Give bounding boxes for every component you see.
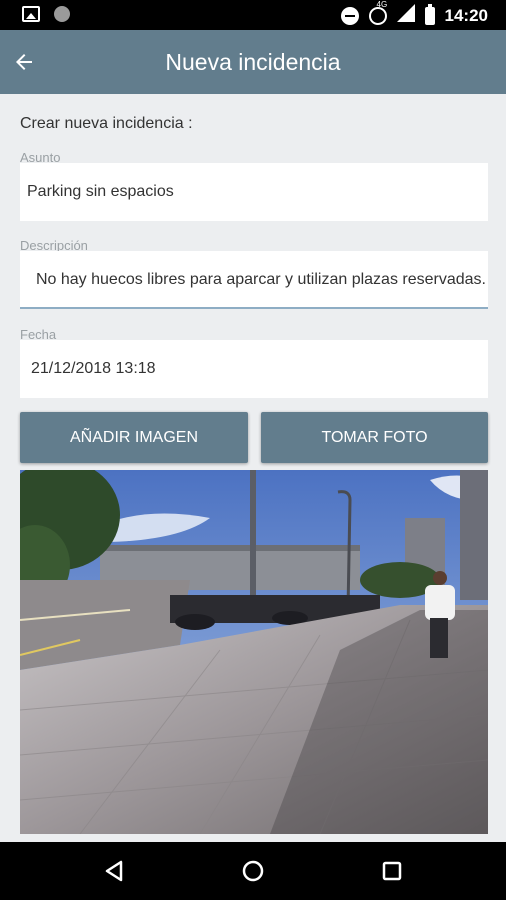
signal-icon: 4G — [377, 0, 415, 27]
back-triangle-icon[interactable] — [99, 856, 129, 886]
do-not-disturb-icon — [340, 6, 359, 25]
app-bar: Nueva incidencia — [0, 30, 506, 94]
add-image-button[interactable]: AÑADIR IMAGEN — [20, 412, 248, 463]
page-title: Nueva incidencia — [165, 49, 341, 75]
status-time: 14:20 — [444, 5, 488, 25]
form-heading: Crear nueva incidencia : — [20, 115, 193, 132]
image-icon — [22, 6, 40, 22]
home-circle-icon[interactable] — [238, 856, 268, 886]
circle-icon — [54, 6, 70, 22]
recents-square-icon[interactable] — [377, 856, 407, 886]
fecha-field[interactable]: 21/12/2018 13:18 — [20, 340, 488, 398]
network-type-label: 4G — [376, 0, 388, 9]
alarm-icon — [368, 6, 387, 25]
asunto-field[interactable]: Parking sin espacios — [20, 163, 488, 221]
status-bar: 4G 14:20 — [0, 0, 506, 30]
asunto-value: Parking sin espacios — [27, 183, 174, 200]
form-content: Crear nueva incidencia : Asunto Parking … — [0, 94, 506, 842]
descripcion-field[interactable]: No hay huecos libres para aparcar y util… — [20, 251, 488, 309]
take-photo-button[interactable]: TOMAR FOTO — [261, 412, 488, 463]
street-sidewalk-photo — [20, 470, 488, 834]
descripcion-value: No hay huecos libres para aparcar y util… — [35, 271, 486, 288]
fecha-value: 21/12/2018 13:18 — [31, 360, 156, 377]
battery-icon — [424, 3, 435, 25]
system-nav-bar — [0, 842, 506, 900]
